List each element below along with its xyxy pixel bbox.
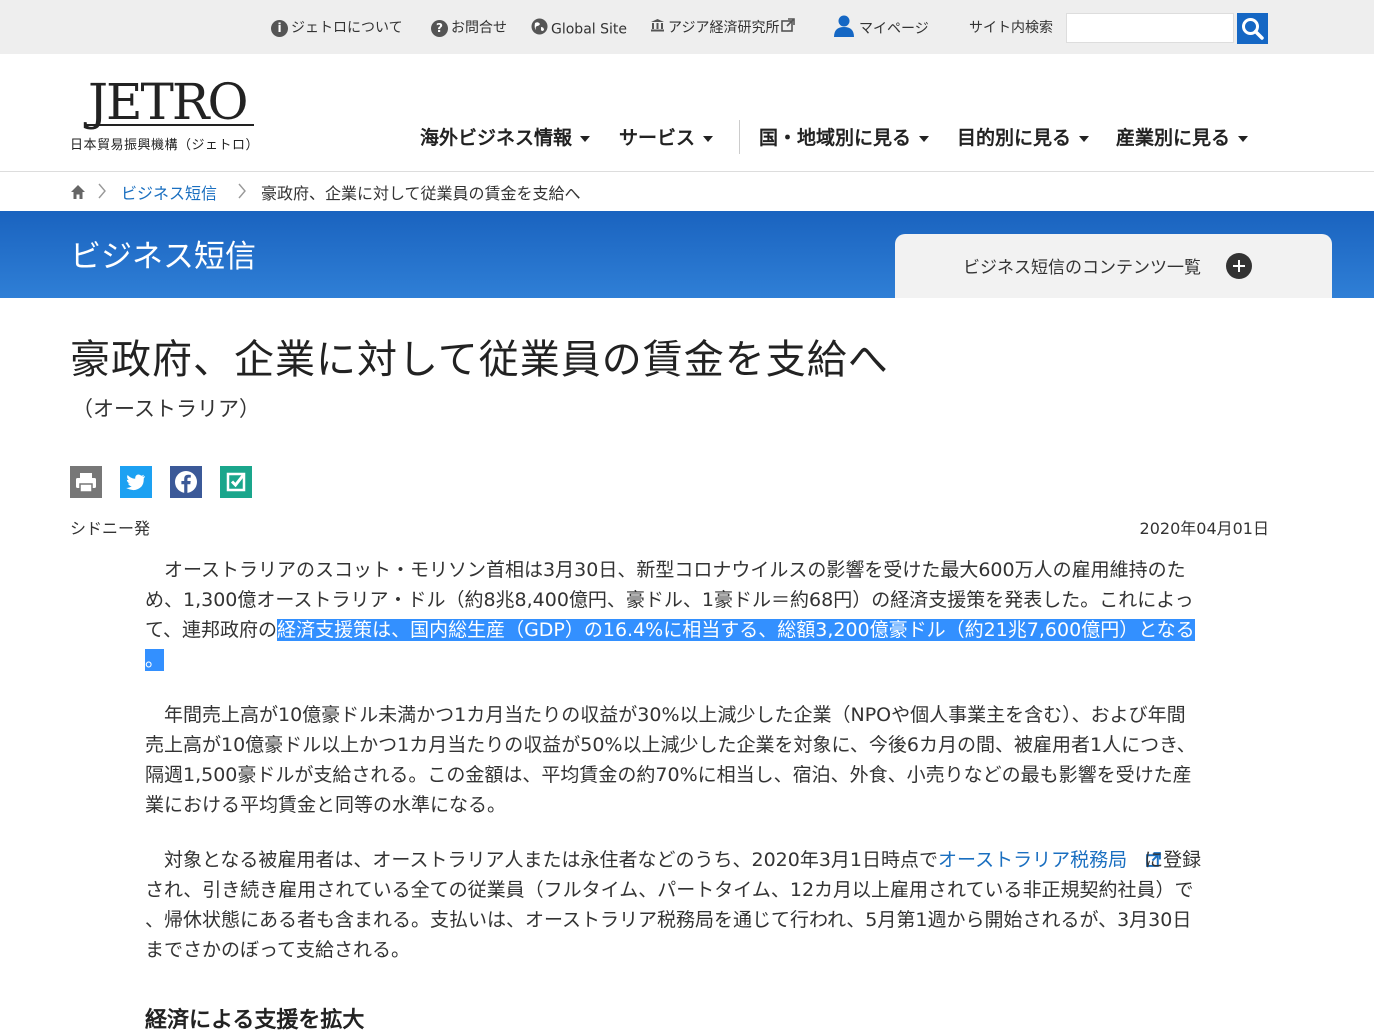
facebook-share-button[interactable] [170, 466, 202, 498]
print-button[interactable] [70, 466, 102, 498]
article-title: 豪政府、企業に対して従業員の賃金を支給へ [70, 337, 889, 383]
building-icon [650, 18, 665, 38]
nav-divider [739, 120, 740, 154]
breadcrumb-current: 豪政府、企業に対して従業員の賃金を支給へ [261, 184, 581, 203]
home-icon [70, 185, 86, 204]
search-icon [1237, 18, 1268, 47]
globe-icon [531, 18, 548, 41]
caret-down-icon [1079, 135, 1090, 142]
mypage-link[interactable]: マイページ [832, 14, 929, 37]
chevron-right-icon [237, 182, 247, 204]
highlighted-text: 経済支援策は、国内総生産（GDP）の16.4%に相当する、総額3,200億豪ドル… [145, 619, 1195, 671]
external-link-icon [1127, 846, 1161, 867]
jetro-logo[interactable]: JETRO 日本貿易振興機構（ジェトロ） [70, 72, 270, 158]
breadcrumb: ビジネス短信 豪政府、企業に対して従業員の賃金を支給へ [0, 171, 1374, 211]
section-heading: 経済による支援を拡大 [145, 1008, 365, 1033]
nav-by-purpose[interactable]: 目的別に見る [957, 126, 1090, 150]
article-paragraph-2: 年間売上高が10億豪ドル未満かつ1カ月当たりの収益が30%以上減少した企業（NP… [145, 704, 1196, 816]
global-site-link[interactable]: Global Site [531, 18, 627, 38]
logo-mark: JETRO [88, 73, 249, 131]
ato-link[interactable]: オーストラリア税務局 [938, 849, 1127, 871]
twitter-icon [120, 466, 152, 498]
article-dateline: シドニー発 [70, 519, 151, 538]
hatena-bookmark-button[interactable] [220, 466, 252, 498]
contents-list-tab[interactable]: ビジネス短信のコンテンツ一覧 [895, 234, 1332, 298]
about-jetro-link[interactable]: i ジェトロについて [271, 18, 403, 38]
checkbox-icon [220, 466, 252, 498]
contact-link[interactable]: ? お問合せ [431, 18, 507, 38]
question-icon: ? [431, 19, 448, 37]
print-icon [70, 466, 102, 498]
caret-down-icon [919, 135, 930, 142]
caret-down-icon [580, 135, 591, 142]
user-icon [832, 14, 856, 44]
section-banner: ビジネス短信 ビジネス短信のコンテンツ一覧 [0, 211, 1374, 298]
site-search-label: サイト内検索 [969, 20, 1053, 36]
breadcrumb-home[interactable] [70, 184, 86, 200]
contents-list-label: ビジネス短信のコンテンツ一覧 [963, 258, 1201, 278]
article-country: （オーストラリア） [72, 397, 260, 421]
chevron-right-icon [97, 182, 107, 204]
breadcrumb-business-news[interactable]: ビジネス短信 [121, 180, 217, 204]
article-date: 2020年04月01日 [1139, 519, 1269, 538]
article-paragraph-1: オーストラリアのスコット・モリソン首相は3月30日、新型コロナウイルスの影響を受… [145, 559, 1195, 671]
nav-by-industry[interactable]: 産業別に見る [1116, 126, 1249, 150]
banner-title: ビジネス短信 [70, 239, 256, 275]
logo-subtitle: 日本貿易振興機構（ジェトロ） [70, 138, 260, 153]
twitter-share-button[interactable] [120, 466, 152, 498]
search-button[interactable] [1237, 13, 1268, 44]
external-link-icon [781, 18, 796, 38]
article-paragraph-3: 対象となる被雇用者は、オーストラリア人または永住者などのうち、2020年3月1日… [145, 845, 1203, 965]
ide-link[interactable]: アジア経済研究所 [650, 18, 798, 38]
site-search-input[interactable] [1066, 13, 1234, 43]
caret-down-icon [1238, 135, 1249, 142]
caret-down-icon [703, 135, 714, 142]
logo-underline [84, 124, 254, 126]
nav-by-region[interactable]: 国・地域別に見る [759, 126, 930, 150]
facebook-icon [170, 466, 202, 498]
nav-overseas-business[interactable]: 海外ビジネス情報 [420, 126, 591, 150]
plus-circle-icon [1226, 253, 1252, 279]
info-icon: i [271, 19, 288, 37]
utility-bar: i ジェトロについて ? お問合せ Global Site アジア経済研究所 マイペ… [0, 0, 1374, 54]
nav-services[interactable]: サービス [619, 126, 714, 150]
